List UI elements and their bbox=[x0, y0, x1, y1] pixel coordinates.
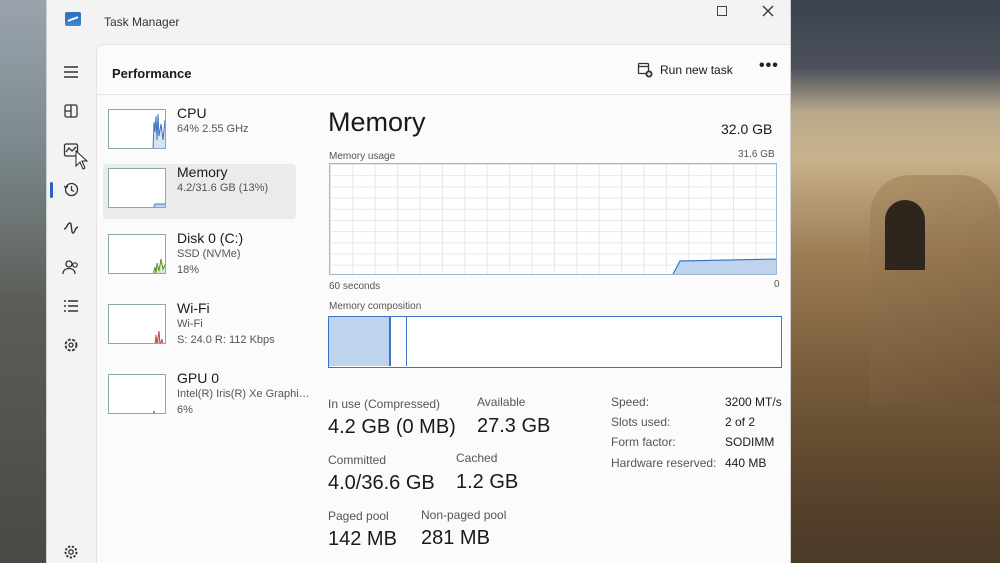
device-detail: 64% 2.55 GHz bbox=[177, 123, 249, 135]
memory-thumbnail-graph bbox=[108, 168, 166, 208]
nav-details[interactable] bbox=[57, 292, 85, 320]
paged-pool-value: 142 MB bbox=[328, 528, 397, 550]
active-nav-indicator bbox=[50, 182, 53, 198]
device-utilization: 18% bbox=[177, 264, 200, 276]
available-label: Available bbox=[477, 395, 526, 409]
cached-value: 1.2 GB bbox=[456, 471, 519, 493]
nav-users[interactable] bbox=[57, 253, 85, 281]
device-name: GPU 0 bbox=[177, 370, 220, 386]
device-wifi[interactable]: Wi-Fi Wi-Fi S: 24.0 R: 112 Kbps bbox=[103, 300, 296, 355]
device-name: Memory bbox=[177, 164, 228, 180]
page-header: Performance Run new task ••• bbox=[97, 45, 790, 95]
details-icon bbox=[64, 300, 78, 312]
desktop-background-right bbox=[790, 0, 1000, 563]
composition-in-use bbox=[329, 317, 391, 366]
gpu-thumbnail-graph bbox=[108, 374, 166, 414]
disk-mini-graph bbox=[152, 258, 165, 273]
close-icon bbox=[762, 5, 774, 17]
device-name: Disk 0 (C:) bbox=[177, 230, 244, 246]
form-factor-value: SODIMM bbox=[725, 435, 775, 449]
device-detail: SSD (NVMe) bbox=[177, 248, 241, 260]
cpu-thumbnail-graph bbox=[108, 109, 166, 149]
memory-mini-graph bbox=[153, 203, 165, 207]
wifi-mini-graph bbox=[154, 330, 164, 343]
maximize-button[interactable] bbox=[699, 0, 745, 22]
run-new-task-button[interactable]: Run new task bbox=[637, 59, 733, 81]
startup-apps-icon bbox=[63, 222, 79, 234]
device-throughput: S: 24.0 R: 112 Kbps bbox=[177, 334, 275, 346]
memory-composition-bar bbox=[328, 316, 782, 368]
committed-label: Committed bbox=[328, 453, 387, 467]
task-manager-app-icon bbox=[65, 12, 81, 26]
cached-label: Cached bbox=[456, 451, 498, 465]
hardware-reserved-value: 440 MB bbox=[725, 456, 767, 470]
available-value: 27.3 GB bbox=[477, 415, 551, 437]
maximize-icon bbox=[717, 6, 727, 16]
nav-app-history[interactable] bbox=[57, 175, 85, 203]
more-options-button[interactable]: ••• bbox=[759, 57, 779, 75]
form-factor-label: Form factor: bbox=[611, 435, 676, 449]
in-use-label: In use (Compressed) bbox=[328, 397, 441, 411]
device-cpu[interactable]: CPU 64% 2.55 GHz bbox=[103, 105, 296, 160]
memory-composition-label: Memory composition bbox=[329, 301, 422, 312]
title-bar[interactable]: Task Manager bbox=[47, 0, 790, 42]
hamburger-menu-icon bbox=[64, 66, 78, 78]
device-disk-0[interactable]: Disk 0 (C:) SSD (NVMe) 18% bbox=[103, 230, 296, 285]
memory-usage-max: 31.6 GB bbox=[738, 149, 775, 160]
slots-used-label: Slots used: bbox=[611, 415, 671, 429]
gpu-mini-graph bbox=[152, 410, 156, 413]
device-detail: Wi-Fi bbox=[177, 318, 203, 330]
graph-time-now: 0 bbox=[774, 279, 780, 290]
device-name: Wi-Fi bbox=[177, 300, 210, 316]
composition-modified bbox=[391, 317, 407, 366]
device-detail: Intel(R) Iris(R) Xe Graphi… bbox=[177, 388, 310, 400]
settings-icon bbox=[64, 545, 78, 559]
non-paged-pool-label: Non-paged pool bbox=[421, 508, 507, 522]
services-icon bbox=[64, 338, 78, 352]
device-utilization: 6% bbox=[177, 404, 193, 416]
disk-thumbnail-graph bbox=[108, 234, 166, 274]
non-paged-pool-value: 281 MB bbox=[421, 527, 490, 549]
run-new-task-icon bbox=[637, 62, 653, 78]
device-gpu-0[interactable]: GPU 0 Intel(R) Iris(R) Xe Graphi… 6% bbox=[103, 370, 310, 425]
committed-value: 4.0/36.6 GB bbox=[328, 472, 435, 494]
memory-usage-graph bbox=[329, 163, 777, 275]
device-memory[interactable]: Memory 4.2/31.6 GB (13%) bbox=[103, 164, 296, 219]
performance-page: Performance Run new task ••• CPU 64% 2.5… bbox=[96, 44, 790, 563]
hamburger-menu-button[interactable] bbox=[57, 58, 85, 86]
speed-label: Speed: bbox=[611, 395, 650, 409]
app-history-icon bbox=[63, 182, 79, 197]
paged-pool-label: Paged pool bbox=[328, 509, 389, 523]
speed-value: 3200 MT/s bbox=[725, 395, 782, 409]
nav-settings[interactable] bbox=[57, 538, 85, 563]
processes-icon bbox=[64, 104, 78, 118]
memory-usage-series bbox=[672, 258, 776, 274]
device-detail: 4.2/31.6 GB (13%) bbox=[177, 182, 269, 194]
memory-total: 32.0 GB bbox=[721, 121, 773, 137]
memory-heading: Memory bbox=[328, 107, 426, 137]
window-title: Task Manager bbox=[104, 15, 180, 29]
device-name: CPU bbox=[177, 105, 207, 121]
hardware-reserved-label: Hardware reserved: bbox=[611, 456, 717, 470]
nav-processes[interactable] bbox=[57, 97, 85, 125]
memory-usage-label: Memory usage bbox=[329, 151, 396, 162]
navigation-rail bbox=[47, 42, 95, 563]
nav-startup-apps[interactable] bbox=[57, 214, 85, 242]
close-button[interactable] bbox=[745, 0, 790, 22]
task-manager-window: Task Manager Performance Run new task ••… bbox=[46, 0, 791, 563]
slots-used-value: 2 of 2 bbox=[725, 415, 756, 429]
users-icon bbox=[62, 260, 78, 275]
page-title: Performance bbox=[112, 66, 192, 81]
run-new-task-label: Run new task bbox=[660, 63, 733, 77]
cpu-mini-graph bbox=[152, 113, 165, 148]
wifi-thumbnail-graph bbox=[108, 304, 166, 344]
in-use-value: 4.2 GB (0 MB) bbox=[328, 416, 456, 438]
mouse-cursor-icon bbox=[75, 150, 89, 170]
nav-services[interactable] bbox=[57, 331, 85, 359]
graph-time-span: 60 seconds bbox=[329, 281, 381, 292]
